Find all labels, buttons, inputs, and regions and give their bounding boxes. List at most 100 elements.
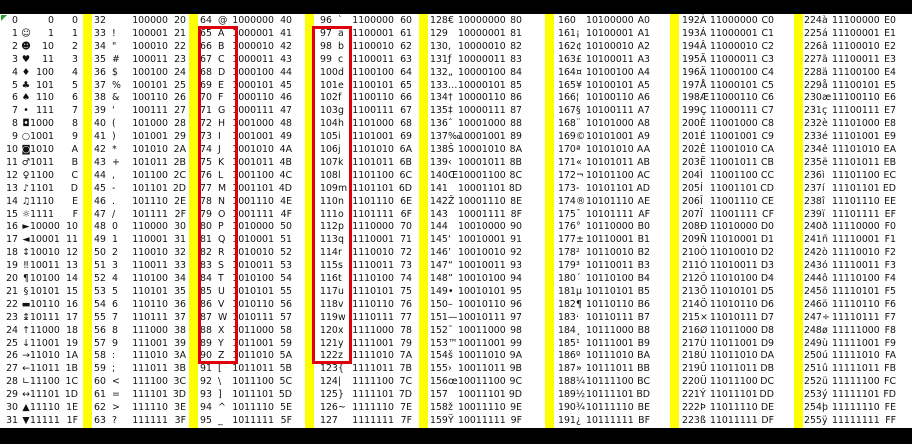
binary-cell: 10110	[30, 298, 60, 310]
hex-cell: 85	[510, 79, 522, 91]
hex-cell: FA	[885, 350, 896, 362]
binary-cell: 111111	[132, 414, 168, 426]
hex-cell: B1	[637, 234, 650, 246]
hex-cell: 7D	[398, 389, 412, 401]
hex-cell: D	[70, 182, 78, 194]
highlight-stripe	[83, 14, 92, 428]
binary-cell: 10010010	[458, 247, 506, 259]
decimal-cell: 165	[558, 79, 576, 91]
decimal-cell: 95	[200, 414, 212, 426]
hex-cell: EB	[883, 156, 896, 168]
hex-cell: 42	[280, 40, 292, 52]
hex-cell: E8	[884, 118, 896, 130]
hex-cell: 3A	[173, 350, 186, 362]
binary-cell: 10001	[30, 234, 60, 246]
binary-cell: 11100101	[832, 79, 880, 91]
binary-cell: 110000	[132, 221, 168, 233]
hex-cell: 9B	[509, 363, 522, 375]
decimal-cell: 183	[558, 311, 576, 323]
hex-cell: 38	[174, 324, 186, 336]
decimal-cell: 216	[682, 324, 700, 336]
binary-cell: 100110	[132, 92, 168, 104]
hex-cell: FF	[885, 414, 896, 426]
binary-cell: 11011101	[710, 389, 758, 401]
decimal-cell: 247	[804, 311, 822, 323]
binary-cell: 11101	[30, 389, 60, 401]
hex-cell: BF	[638, 414, 650, 426]
hex-cell: 6B	[399, 156, 412, 168]
binary-cell: 1011100	[232, 376, 274, 388]
decimal-cell: 226	[804, 40, 822, 52]
binary-cell: 10110110	[586, 298, 634, 310]
binary-cell: 1110000	[352, 221, 394, 233]
binary-cell: 10101010	[586, 144, 634, 155]
hex-cell: 16	[66, 298, 78, 310]
decimal-cell: 151	[430, 311, 448, 323]
binary-cell: 10011000	[458, 324, 506, 336]
hex-cell: FC	[884, 376, 896, 388]
binary-cell: 10001011	[458, 156, 506, 168]
hex-cell: 6D	[398, 182, 412, 194]
hex-cell: B8	[637, 324, 650, 336]
binary-cell: 11111111	[832, 414, 880, 426]
binary-cell: 11001000	[710, 118, 758, 130]
decimal-cell: 61	[94, 389, 106, 401]
hex-cell: 74	[400, 273, 412, 284]
hex-cell: 3B	[173, 363, 186, 375]
decimal-cell: 140	[430, 169, 448, 181]
hex-cell: 64	[400, 66, 412, 78]
decimal-cell: 248	[804, 324, 822, 336]
decimal-cell: 189	[558, 389, 576, 401]
binary-cell: 11011001	[710, 337, 758, 349]
decimal-cell: 191	[558, 414, 576, 426]
hex-cell: 4A	[279, 144, 292, 155]
hex-cell: 8A	[509, 144, 522, 155]
decimal-cell: 134	[430, 92, 448, 104]
decimal-cell: 4	[12, 66, 18, 78]
decimal-cell: 58	[94, 350, 106, 362]
binary-cell: 10100	[30, 273, 60, 284]
binary-cell: 111101	[132, 389, 168, 401]
hex-cell: E2	[884, 40, 896, 52]
hex-cell: DF	[761, 414, 774, 426]
decimal-cell: 238	[804, 195, 822, 207]
binary-cell: 11100010	[832, 40, 880, 52]
decimal-cell: 198	[682, 92, 700, 104]
hex-cell: 95	[510, 285, 522, 297]
hex-cell: C1	[761, 27, 774, 39]
binary-cell: 10111111	[586, 414, 634, 426]
hex-cell: E1	[884, 27, 896, 39]
binary-cell: 110101	[132, 285, 168, 297]
hex-cell: E0	[884, 15, 896, 26]
binary-cell: 10101011	[586, 156, 634, 168]
decimal-cell: 132	[430, 66, 448, 78]
decimal-cell: 6	[12, 92, 18, 104]
binary-cell: 10110010	[586, 247, 634, 259]
decimal-cell: 56	[94, 324, 106, 336]
binary-cell: 1110	[30, 195, 54, 207]
decimal-cell: 53	[94, 285, 106, 297]
hex-cell: 99	[510, 337, 522, 349]
hex-cell: A8	[637, 118, 650, 130]
binary-cell: 100010	[132, 40, 168, 52]
binary-cell: 11101110	[832, 195, 880, 207]
binary-cell: 10100101	[586, 79, 634, 91]
hex-cell: 60	[400, 15, 412, 26]
binary-cell: 1010	[30, 144, 54, 155]
binary-cell: 10011	[30, 260, 60, 272]
decimal-cell: 126	[320, 402, 338, 413]
hex-cell: A9	[637, 131, 650, 143]
binary-cell: 1100110	[352, 92, 394, 104]
binary-cell: 111011	[132, 363, 168, 375]
binary-cell: 10010011	[458, 260, 506, 272]
hex-cell: 3	[72, 53, 78, 65]
decimal-cell: 158	[430, 402, 448, 413]
binary-cell: 100000	[132, 15, 168, 26]
decimal-cell: 46	[94, 195, 106, 207]
hex-cell: A	[71, 144, 78, 155]
decimal-cell: 218	[682, 350, 700, 362]
highlight-stripe	[794, 14, 803, 428]
binary-cell: 11111100	[832, 376, 880, 388]
hex-cell: 66	[400, 92, 412, 104]
hex-cell: F	[72, 208, 78, 220]
